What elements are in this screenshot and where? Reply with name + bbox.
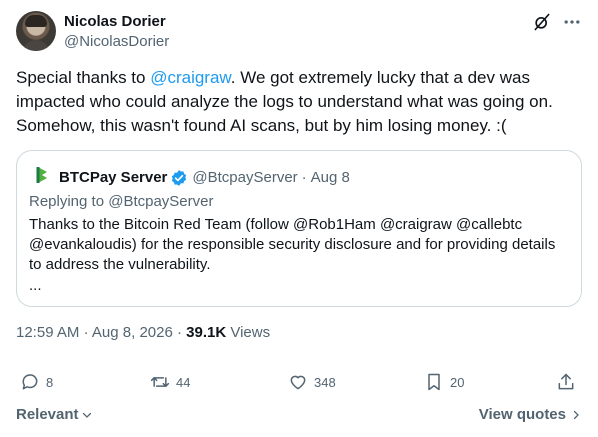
author-handle[interactable]: @NicolasDorier [64,32,169,52]
quote-text: Thanks to the Bitcoin Red Team (follow @… [29,216,556,273]
chevron-right-icon [573,410,579,420]
tweet-time[interactable]: 12:59 AM [16,324,79,341]
sort-relevant-label: Relevant [16,406,79,423]
quoted-tweet[interactable]: BTCPay Server @BtcpayServer · Aug 8 Repl… [16,150,582,307]
action-bar: 8 44 348 20 [16,372,582,396]
reply-button[interactable]: 8 [20,372,53,392]
more-icon[interactable] [562,12,582,32]
like-button[interactable]: 348 [288,372,336,392]
share-button[interactable] [556,372,576,392]
repost-icon [150,377,170,387]
quote-author-handle[interactable]: @BtcpayServer [192,168,297,188]
view-quotes-label: View quotes [478,406,566,423]
reply-icon [22,374,38,390]
like-icon [290,375,306,390]
grok-icon[interactable] [532,12,552,32]
meta-separator-2: · [176,324,182,341]
tweet-text: Special thanks to @craigraw. We got extr… [16,66,586,138]
like-count: 348 [314,374,336,390]
sort-relevant-dropdown[interactable]: Relevant [16,405,93,425]
views-count: 39.1K [186,324,227,341]
quote-header: BTCPay Server @BtcpayServer · Aug 8 [33,165,350,191]
views-label: Views [230,324,271,341]
avatar[interactable] [16,11,56,51]
meta-separator: · [83,324,89,341]
bookmark-count: 20 [450,374,465,390]
avatar-hair [25,15,47,27]
bookmark-icon [428,373,440,391]
verified-badge-icon [170,169,188,187]
top-actions [532,12,582,32]
quote-more: ... [29,277,42,294]
tweet-meta: 12:59 AM · Aug 8, 2026 · 39.1K Views [16,323,270,343]
repost-button[interactable]: 44 [150,372,190,392]
chevron-down-icon [82,412,91,418]
tweet-date[interactable]: Aug 8, 2026 [92,324,173,341]
tweet-text-before: Special thanks to [16,68,151,87]
quote-separator: · [301,169,307,186]
btcpay-logo-icon [33,165,53,191]
repost-count: 44 [176,374,191,390]
quote-author-name[interactable]: BTCPay Server [59,168,167,188]
author-name[interactable]: Nicolas Dorier [64,12,166,32]
reply-count: 8 [46,374,54,390]
tweet-mention-link[interactable]: @craigraw [150,68,231,87]
quote-replying-to: Replying to @BtcpayServer [29,193,214,210]
share-icon [558,373,574,390]
quote-date[interactable]: Aug 8 [311,168,350,188]
view-quotes-link[interactable]: View quotes [479,405,582,425]
avatar-body [22,40,50,51]
bookmark-button[interactable]: 20 [424,372,464,392]
